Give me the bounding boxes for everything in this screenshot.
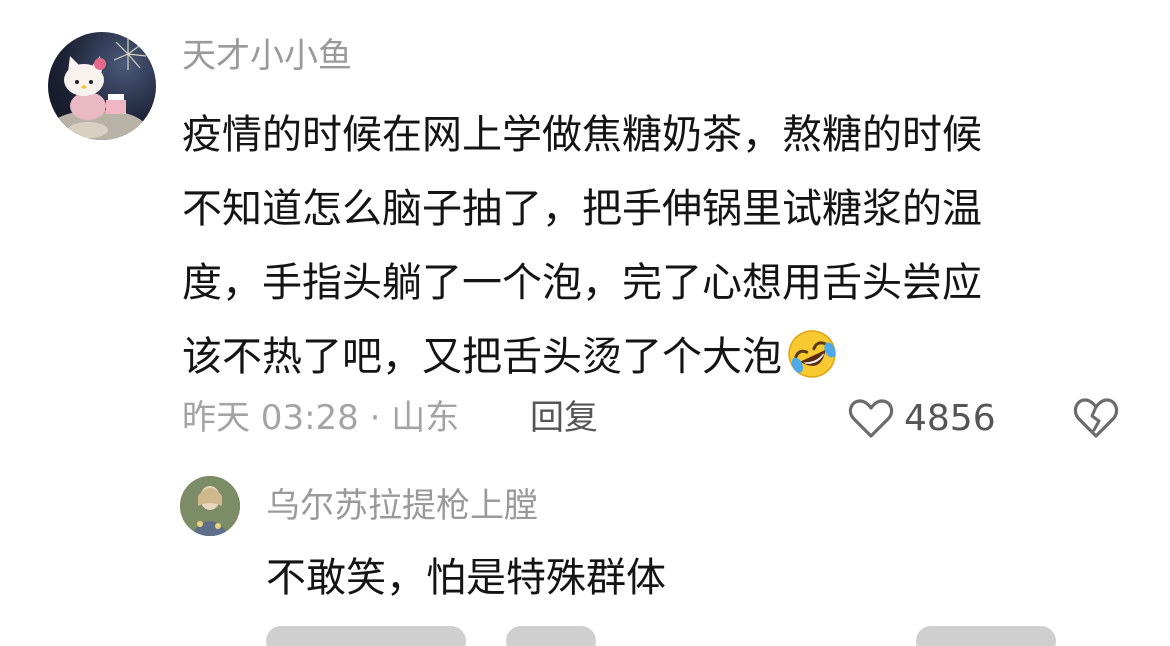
- comment-text-last-line: 该不热了吧，又把舌头烫了个大泡: [182, 320, 1122, 394]
- comment-text: 疫情的时候在网上学做焦糖奶茶，熬糖的时候 不知道怎么脑子抽了，把手伸锅里试糖浆的…: [182, 98, 1122, 394]
- cutoff-reply: [506, 626, 596, 646]
- broken-heart-icon: [1073, 398, 1119, 438]
- like-count: 4856: [904, 397, 996, 439]
- comment-text-line: 度，手指头躺了一个泡，完了心想用舌头尝应: [182, 260, 982, 306]
- comment-text-line: 疫情的时候在网上学做焦糖奶茶，熬糖的时候: [182, 112, 982, 158]
- like-button[interactable]: 4856: [848, 394, 996, 442]
- avatar[interactable]: [48, 32, 156, 140]
- reply-meta-cutoff: [266, 626, 1056, 646]
- reply-text: 不敢笑，怕是特殊群体: [266, 555, 666, 601]
- cutoff-timestamp: [266, 626, 466, 646]
- heart-outline-icon: [848, 399, 894, 438]
- avatar-image-icon: [180, 476, 240, 536]
- rolling-on-floor-laughing-emoji-icon: [788, 330, 836, 378]
- reply-avatar[interactable]: [180, 476, 240, 536]
- dislike-button[interactable]: [1072, 394, 1120, 444]
- avatar-image-icon: [50, 38, 147, 140]
- comment-timestamp-location: 昨天 03:28 · 山东: [182, 398, 460, 438]
- comment-username[interactable]: 天才小小鱼: [182, 36, 352, 76]
- reply-username[interactable]: 乌尔苏拉提枪上膛: [266, 486, 538, 526]
- comment-text-line: 该不热了吧，又把舌头烫了个大泡: [182, 334, 782, 380]
- cutoff-like: [916, 626, 1056, 646]
- comment-text-line: 不知道怎么脑子抽了，把手伸锅里试糖浆的温: [182, 186, 982, 232]
- reply-button[interactable]: 回复: [530, 396, 598, 440]
